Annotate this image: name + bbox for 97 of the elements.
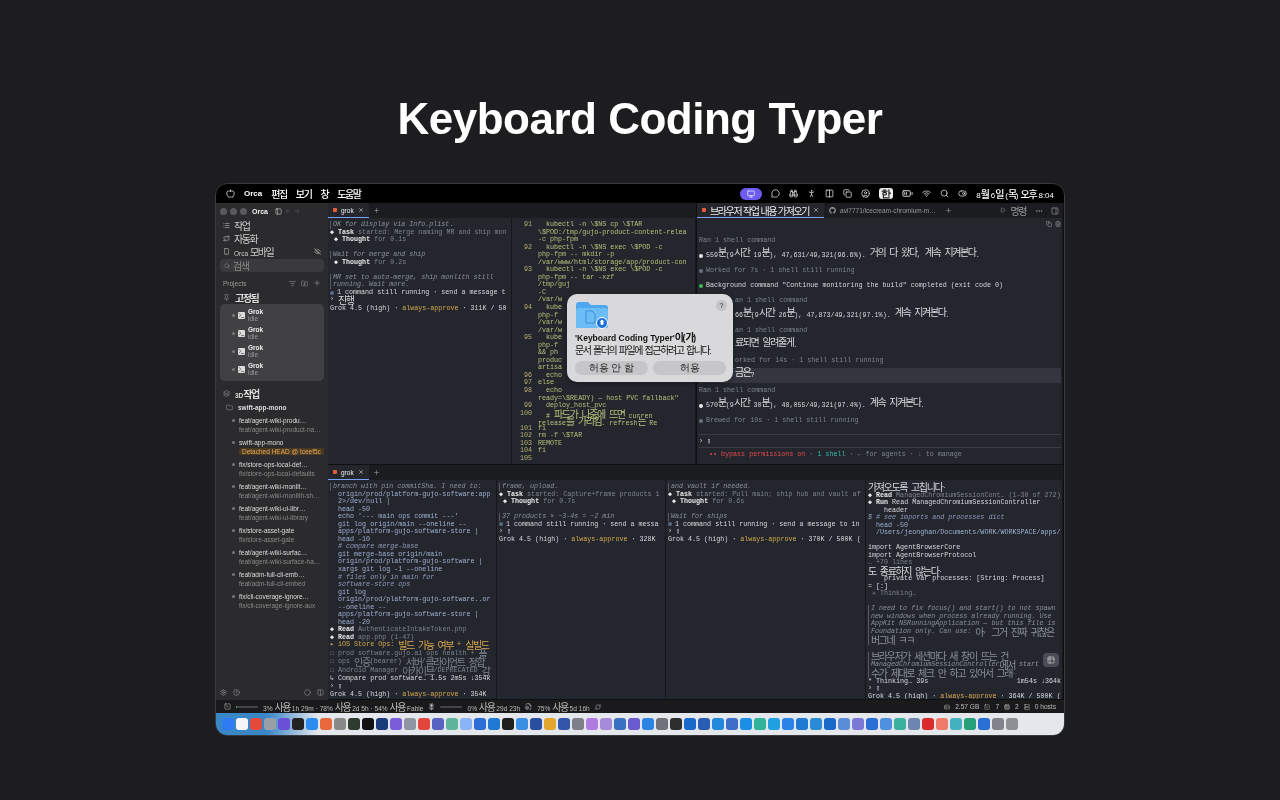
nav-item[interactable]: 작업 bbox=[234, 218, 321, 233]
panel-icon bbox=[274, 207, 282, 215]
wifi-icon bbox=[922, 189, 932, 198]
nav-item[interactable]: 자동화 bbox=[234, 231, 321, 246]
memory-icon bbox=[944, 703, 951, 710]
folder-icon bbox=[575, 301, 609, 329]
plus-icon bbox=[944, 207, 952, 214]
session-dot bbox=[232, 331, 235, 335]
chat-bubble-icon bbox=[771, 189, 781, 198]
dialog-message: 문서 폴더의 파일에 접근하려고 합니다. bbox=[575, 344, 713, 357]
folder-icon bbox=[226, 403, 233, 411]
worktree-dot bbox=[232, 507, 235, 510]
eye-off-icon bbox=[314, 248, 321, 255]
pin-icon bbox=[223, 293, 230, 301]
split-icon bbox=[317, 688, 324, 696]
copy-icon bbox=[1046, 221, 1052, 227]
document-icon bbox=[525, 703, 533, 710]
figure-icon bbox=[807, 189, 817, 198]
tab-status-icon bbox=[333, 470, 337, 474]
terminal-icon bbox=[238, 347, 245, 355]
close-icon[interactable] bbox=[357, 469, 364, 475]
apple-logo-icon bbox=[226, 189, 235, 198]
app-icon[interactable] bbox=[376, 718, 388, 730]
run-button[interactable]: 명령 bbox=[995, 203, 1031, 218]
menu-item[interactable]: Orca bbox=[244, 189, 263, 198]
menu-item[interactable]: 편집 bbox=[271, 186, 287, 201]
terminal-icon bbox=[238, 329, 245, 337]
forward-arrow-icon bbox=[293, 208, 300, 214]
filter-icon bbox=[289, 279, 296, 287]
page-title: Keyboard Coding Typer bbox=[397, 94, 883, 145]
worktree-dot bbox=[232, 441, 235, 444]
menu-item[interactable]: 창 bbox=[320, 186, 329, 201]
worktree-dot bbox=[232, 595, 235, 598]
app-icon[interactable] bbox=[670, 718, 682, 730]
worktree-dot bbox=[232, 529, 235, 532]
menu-item[interactable]: 도움말 bbox=[337, 186, 361, 201]
tab-status-icon bbox=[702, 208, 706, 212]
hosts-icon bbox=[1023, 703, 1030, 710]
dialog-button[interactable]: 허용 bbox=[653, 361, 726, 375]
app-icon[interactable] bbox=[292, 718, 304, 730]
dialog-title: 'Keyboard Coding Typer'이(가) bbox=[575, 331, 698, 344]
app-icon[interactable] bbox=[502, 718, 514, 730]
session-dot bbox=[232, 313, 235, 317]
settings-icon bbox=[220, 688, 227, 696]
menu-item[interactable]: 보기 bbox=[295, 186, 312, 201]
tasks-icon bbox=[223, 222, 230, 229]
plus-icon bbox=[372, 469, 380, 476]
worktree-dot bbox=[232, 573, 235, 576]
worktree-dot bbox=[232, 463, 235, 466]
plus-icon bbox=[372, 207, 380, 214]
worktree-dot bbox=[232, 485, 235, 488]
session-dot bbox=[232, 349, 235, 353]
worktree-dot bbox=[232, 551, 235, 554]
terminal-line: 브라우저가 세션마다 새 창이 뜨는 건 bbox=[868, 652, 1009, 661]
circle-icon bbox=[304, 688, 311, 696]
plus-icon bbox=[313, 279, 321, 287]
terminal-icon bbox=[238, 365, 245, 373]
screen-share-button[interactable] bbox=[740, 187, 763, 200]
refresh-icon bbox=[594, 703, 601, 710]
back-arrow-icon bbox=[284, 208, 291, 214]
table-button[interactable] bbox=[1043, 653, 1059, 667]
close-icon[interactable] bbox=[357, 207, 364, 213]
copy-icon bbox=[843, 189, 853, 198]
binoculars-icon bbox=[789, 189, 799, 198]
app-icon[interactable] bbox=[362, 718, 374, 730]
session-dot bbox=[232, 367, 235, 371]
app-icon[interactable] bbox=[530, 718, 542, 730]
usage-meter bbox=[440, 705, 463, 708]
help-icon bbox=[233, 688, 240, 696]
play-icon bbox=[1000, 207, 1007, 213]
battery-icon bbox=[902, 188, 914, 199]
tab[interactable]: 브라우저 작업 내용 가져오기 bbox=[697, 203, 825, 218]
columns-icon bbox=[825, 189, 835, 198]
document-icon bbox=[1055, 221, 1061, 227]
terminals-icon bbox=[984, 703, 991, 710]
panel-icon bbox=[1051, 206, 1059, 215]
cat-logo-icon bbox=[829, 206, 837, 214]
flower-icon bbox=[428, 703, 436, 710]
new-folder-icon bbox=[301, 279, 308, 287]
app-icon[interactable] bbox=[348, 718, 360, 730]
layers-icon bbox=[223, 389, 230, 397]
terminal-line: 버그네 ㅋㅋ bbox=[868, 636, 915, 645]
worktree-dot bbox=[232, 419, 235, 422]
dialog-button[interactable]: 허용 안 함 bbox=[575, 361, 648, 375]
close-icon[interactable] bbox=[813, 207, 820, 213]
input-source[interactable]: 한 bbox=[879, 188, 894, 199]
group-label[interactable]: 고정됨 bbox=[235, 289, 321, 305]
monitor-icon bbox=[747, 189, 756, 198]
table-icon bbox=[1047, 656, 1055, 664]
automation-icon bbox=[223, 235, 230, 242]
tab-status-icon bbox=[333, 208, 337, 212]
user-circle-icon bbox=[861, 189, 871, 198]
search-icon bbox=[224, 262, 230, 269]
search-icon bbox=[940, 189, 950, 198]
cpu-icon bbox=[1004, 703, 1011, 710]
terminal-icon bbox=[238, 311, 245, 319]
mobile-icon bbox=[223, 248, 230, 255]
